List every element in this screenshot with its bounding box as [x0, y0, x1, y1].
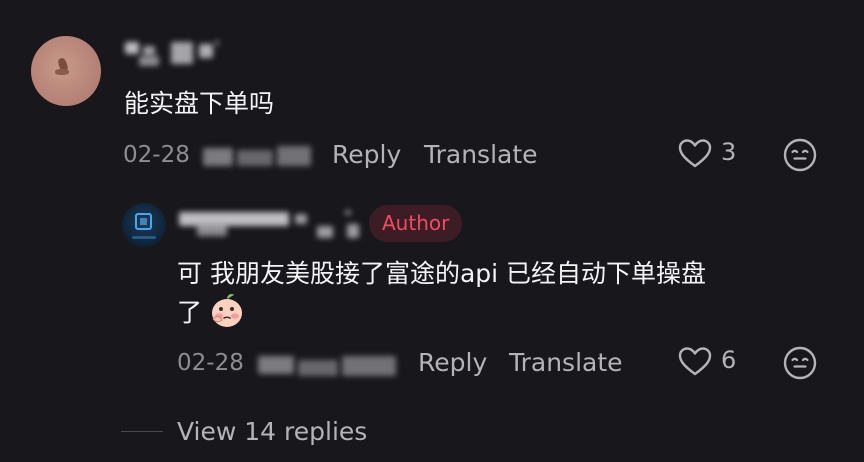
chip-logo-icon — [135, 213, 152, 230]
commenter-username[interactable] — [123, 40, 223, 66]
author-username[interactable] — [177, 208, 362, 242]
reply-reply-button[interactable]: Reply — [418, 348, 487, 377]
comment-translate-button[interactable]: Translate — [424, 140, 538, 169]
reply-translate-button[interactable]: Translate — [509, 348, 623, 377]
comment-text: 能实盘下单吗 — [124, 89, 275, 118]
smiley-icon[interactable] — [782, 345, 818, 381]
commenter-avatar[interactable] — [31, 36, 101, 106]
smiley-icon[interactable] — [782, 137, 818, 173]
reply-text-line2: 了 — [177, 298, 203, 327]
heart-outline-icon — [678, 345, 712, 379]
avatar-caption — [132, 236, 156, 239]
reply-text-line1: 可 我朋友美股接了富途的api 已经自动下单操盘 — [177, 259, 707, 288]
comment-like-button[interactable]: 3 — [678, 137, 748, 171]
reply-like-count: 6 — [721, 346, 737, 374]
comment-reply-button[interactable]: Reply — [332, 140, 401, 169]
author-badge: Author — [369, 205, 463, 242]
comment-like-count: 3 — [721, 138, 737, 166]
reply-like-button[interactable]: 6 — [678, 345, 748, 379]
reply-location-blurred — [258, 354, 400, 378]
replies-divider — [121, 431, 163, 432]
peach-thinking-emoji — [207, 291, 247, 331]
reply-date: 02-28 — [177, 350, 244, 376]
comment-date: 02-28 — [123, 142, 190, 168]
comment-location-blurred — [203, 146, 313, 168]
heart-outline-icon — [678, 137, 712, 171]
author-avatar[interactable] — [122, 203, 166, 247]
avatar-figure-shadow — [55, 69, 69, 75]
view-replies-button[interactable]: View 14 replies — [177, 417, 367, 446]
